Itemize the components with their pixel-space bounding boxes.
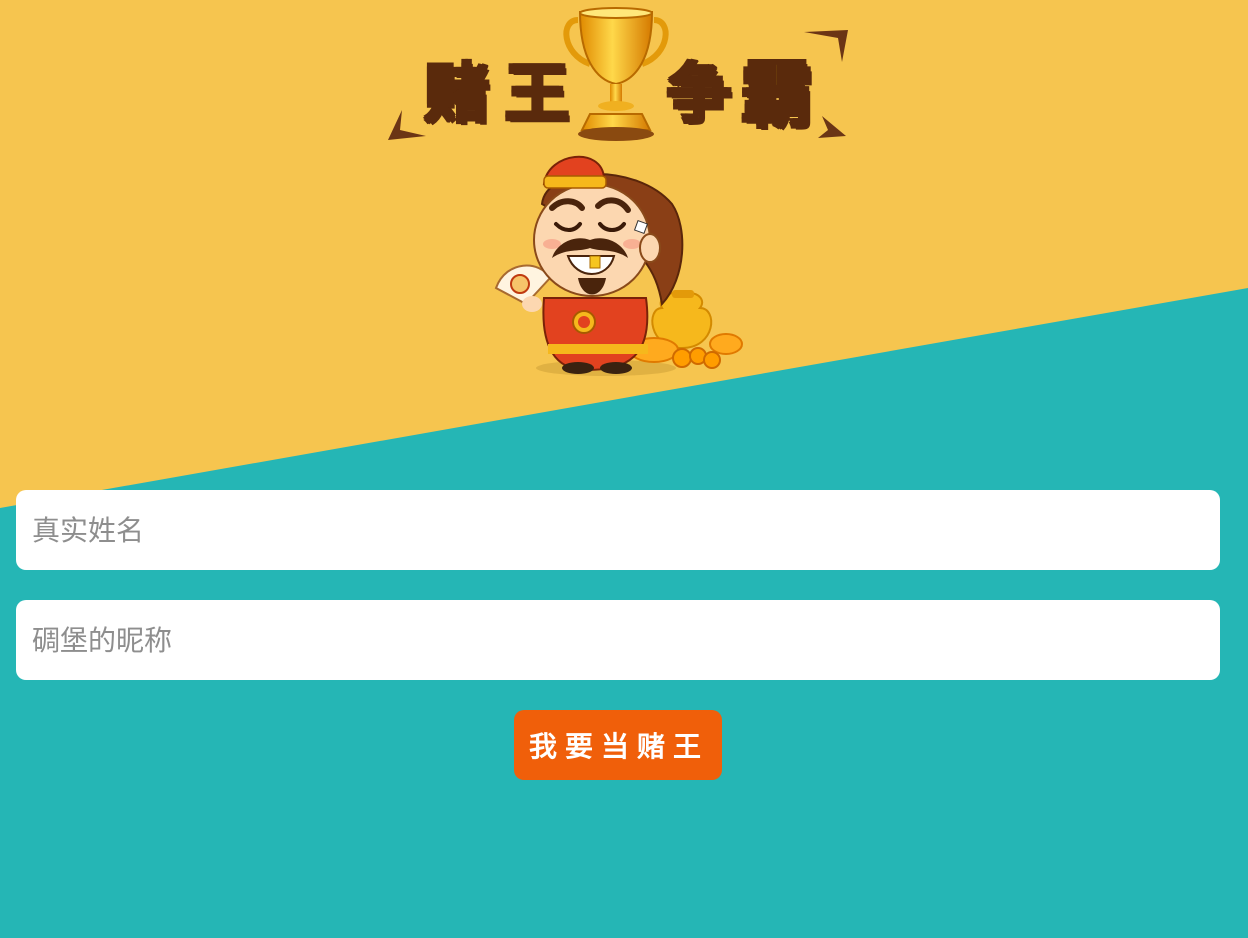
title-char-3: 争 xyxy=(666,57,733,134)
title-char-4: 霸 xyxy=(739,53,814,137)
trophy-icon xyxy=(563,7,669,141)
title-logo: 赌 王 争 霸 xyxy=(380,6,860,146)
submit-button[interactable]: 我要当赌王 xyxy=(514,710,722,780)
title-char-1: 赌 xyxy=(424,57,491,134)
real-name-input[interactable] xyxy=(16,490,1220,570)
god-of-wealth-mascot xyxy=(494,155,743,376)
page: 赌 王 争 霸 真实姓名 碉堡的昵称 我要当赌王 xyxy=(0,0,1248,938)
corner-mark-right-bottom xyxy=(818,116,846,138)
nickname-input[interactable] xyxy=(16,600,1220,680)
